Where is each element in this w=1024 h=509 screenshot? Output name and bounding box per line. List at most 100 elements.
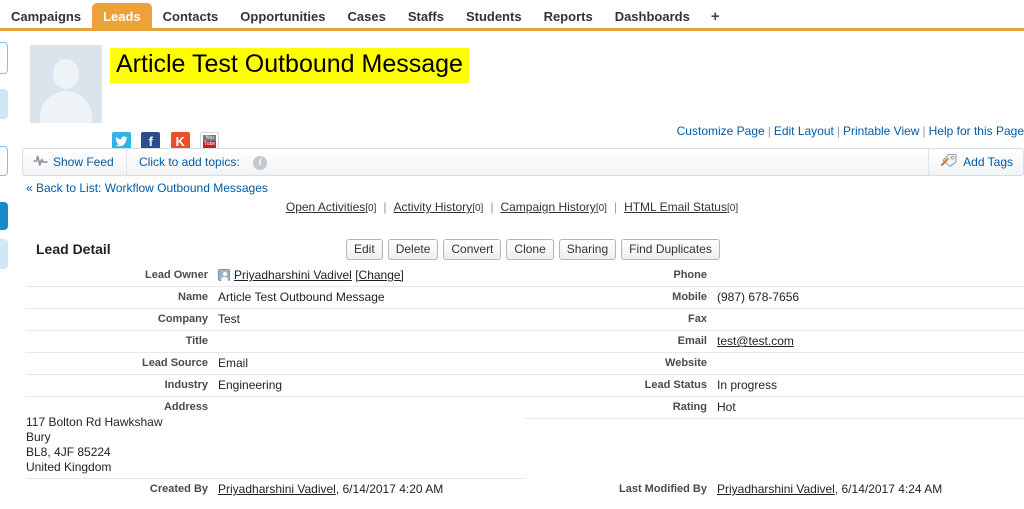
field-value-name: Article Test Outbound Message (218, 290, 385, 304)
lead-detail-header: Lead Detail Edit Delete Convert Clone Sharin… (36, 239, 996, 265)
field-row-3: Company Test Fax (26, 309, 1024, 331)
field-label-fax: Fax (688, 313, 707, 325)
campaign-history-count: [0] (595, 203, 607, 214)
avatar-head-shape (53, 59, 79, 89)
field-label-company: Company (157, 313, 208, 325)
add-topics-button[interactable]: Click to add topics: i (139, 149, 268, 175)
field-last-modified-by: Last Modified By Priyadharshini Vadivel,… (525, 479, 1024, 500)
field-value-email: test@test.com (717, 334, 794, 348)
field-label-website: Website (665, 357, 707, 369)
rel-separator-3: | (613, 200, 618, 214)
primary-tab-bar: Campaigns Leads Contacts Opportunities C… (0, 0, 1024, 31)
link-separator-2: | (836, 124, 840, 138)
field-label-created-by: Created By (149, 483, 208, 495)
delete-button[interactable]: Delete (387, 239, 439, 260)
field-value-lead-status: In progress (717, 378, 778, 392)
field-lead-status: Lead Status In progress (525, 375, 1024, 397)
help-for-this-page-link[interactable]: Help for this Page (929, 124, 1024, 138)
show-feed-button[interactable]: Show Feed (23, 149, 127, 175)
activity-history-link[interactable]: Activity History (394, 200, 473, 214)
find-duplicates-button[interactable]: Find Duplicates (621, 239, 720, 260)
user-icon (218, 269, 230, 281)
html-email-status-link[interactable]: HTML Email Status (624, 200, 727, 214)
edit-button[interactable]: Edit (346, 239, 383, 260)
field-rating: Rating Hot (525, 397, 1024, 419)
show-feed-label: Show Feed (53, 155, 114, 169)
field-value-address: 117 Bolton Rd Hawkshaw Bury BL8, 4JF 852… (26, 415, 525, 475)
field-fax: Fax (525, 309, 1024, 331)
section-title: Lead Detail (36, 241, 111, 257)
field-company: Company Test (26, 309, 525, 331)
tab-opportunities[interactable]: Opportunities (229, 3, 336, 31)
field-row-5: Lead Source Email Website (26, 353, 1024, 375)
tab-students[interactable]: Students (455, 3, 533, 31)
add-tab-button[interactable]: + (701, 3, 730, 31)
created-by-user-link[interactable]: Priyadharshini Vadivel (218, 482, 336, 496)
feed-waveform-icon (33, 150, 48, 176)
address-line-2: Bury (26, 430, 51, 444)
open-activities-count: [0] (365, 203, 377, 214)
sharing-button[interactable]: Sharing (558, 239, 617, 260)
add-tags-label: Add Tags (963, 155, 1013, 169)
rel-separator-2: | (490, 200, 494, 214)
field-phone: Phone (525, 265, 1024, 287)
field-label-address: Address (163, 401, 208, 413)
tab-cases[interactable]: Cases (337, 3, 397, 31)
tag-icon (941, 150, 958, 176)
link-separator-1: | (767, 124, 771, 138)
clone-button[interactable]: Clone (506, 239, 554, 260)
lead-owner-link[interactable]: Priyadharshini Vadivel (234, 268, 352, 282)
field-row-2: Name Article Test Outbound Message Mobil… (26, 287, 1024, 309)
tab-dashboards[interactable]: Dashboards (604, 3, 701, 31)
field-lead-source: Lead Source Email (26, 353, 525, 375)
field-label-phone: Phone (673, 269, 707, 281)
field-label-lead-source: Lead Source (141, 357, 208, 369)
tab-reports[interactable]: Reports (533, 3, 604, 31)
field-title: Title (26, 331, 525, 353)
field-label-rating: Rating (672, 401, 707, 413)
change-owner-link[interactable]: [Change] (355, 268, 404, 282)
rel-separator-1: | (383, 200, 387, 214)
field-created-by: Created By Priyadharshini Vadivel, 6/14/… (26, 479, 525, 500)
add-topics-label: Click to add topics: (139, 155, 240, 169)
field-value-lead-source: Email (218, 356, 249, 370)
field-website: Website (525, 353, 1024, 375)
address-line-4: United Kingdom (26, 460, 112, 474)
back-to-list-link[interactable]: « Back to List: Workflow Outbound Messag… (26, 181, 268, 195)
campaign-history-link[interactable]: Campaign History (500, 200, 595, 214)
email-link[interactable]: test@test.com (717, 334, 794, 348)
last-modified-by-user-link[interactable]: Priyadharshini Vadivel (717, 482, 835, 496)
field-label-last-modified-by: Last Modified By (618, 483, 707, 495)
youtube-bottom-band: Tube (203, 141, 217, 148)
detail-button-row: Edit Delete Convert Clone Sharing Find Duplic… (346, 239, 725, 260)
address-line-3: BL8, 4JF 85224 (26, 445, 111, 459)
page-title: Article Test Outbound Message (110, 48, 469, 83)
tab-staffs[interactable]: Staffs (397, 3, 455, 31)
field-row-7: Address 117 Bolton Rd Hawkshaw Bury BL8,… (26, 397, 1024, 479)
convert-button[interactable]: Convert (443, 239, 502, 260)
tab-campaigns[interactable]: Campaigns (0, 3, 92, 31)
related-list-links: Open Activities[0] | Activity History[0] | C… (0, 200, 1024, 214)
field-value-industry: Engineering (218, 378, 283, 392)
field-value-mobile: (987) 678-7656 (717, 290, 800, 304)
tab-leads[interactable]: Leads (92, 3, 152, 31)
open-activities-link[interactable]: Open Activities (286, 200, 365, 214)
info-icon[interactable]: i (253, 155, 268, 170)
customize-page-link[interactable]: Customize Page (677, 124, 765, 138)
printable-view-link[interactable]: Printable View (843, 124, 920, 138)
field-label-name: Name (178, 291, 208, 303)
created-by-timestamp: , 6/14/2017 4:20 AM (335, 482, 444, 496)
field-value-lead-owner: Priyadharshini Vadivel [Change] (218, 268, 404, 282)
address-line-1: 117 Bolton Rd Hawkshaw (26, 415, 163, 429)
edge-tab-5[interactable] (0, 239, 8, 269)
youtube-inner: You Tube (203, 135, 217, 148)
field-lead-owner: Lead Owner Priyadharshini Vadivel [Chang… (26, 265, 525, 287)
edit-layout-link[interactable]: Edit Layout (774, 124, 834, 138)
edge-tab-3[interactable] (0, 146, 8, 176)
tab-contacts[interactable]: Contacts (152, 3, 230, 31)
last-modified-by-timestamp: , 6/14/2017 4:24 AM (834, 482, 943, 496)
field-industry: Industry Engineering (26, 375, 525, 397)
add-tags-button[interactable]: Add Tags (928, 149, 1023, 175)
activity-history-count: [0] (472, 203, 484, 214)
field-label-lead-status: Lead Status (644, 379, 707, 391)
